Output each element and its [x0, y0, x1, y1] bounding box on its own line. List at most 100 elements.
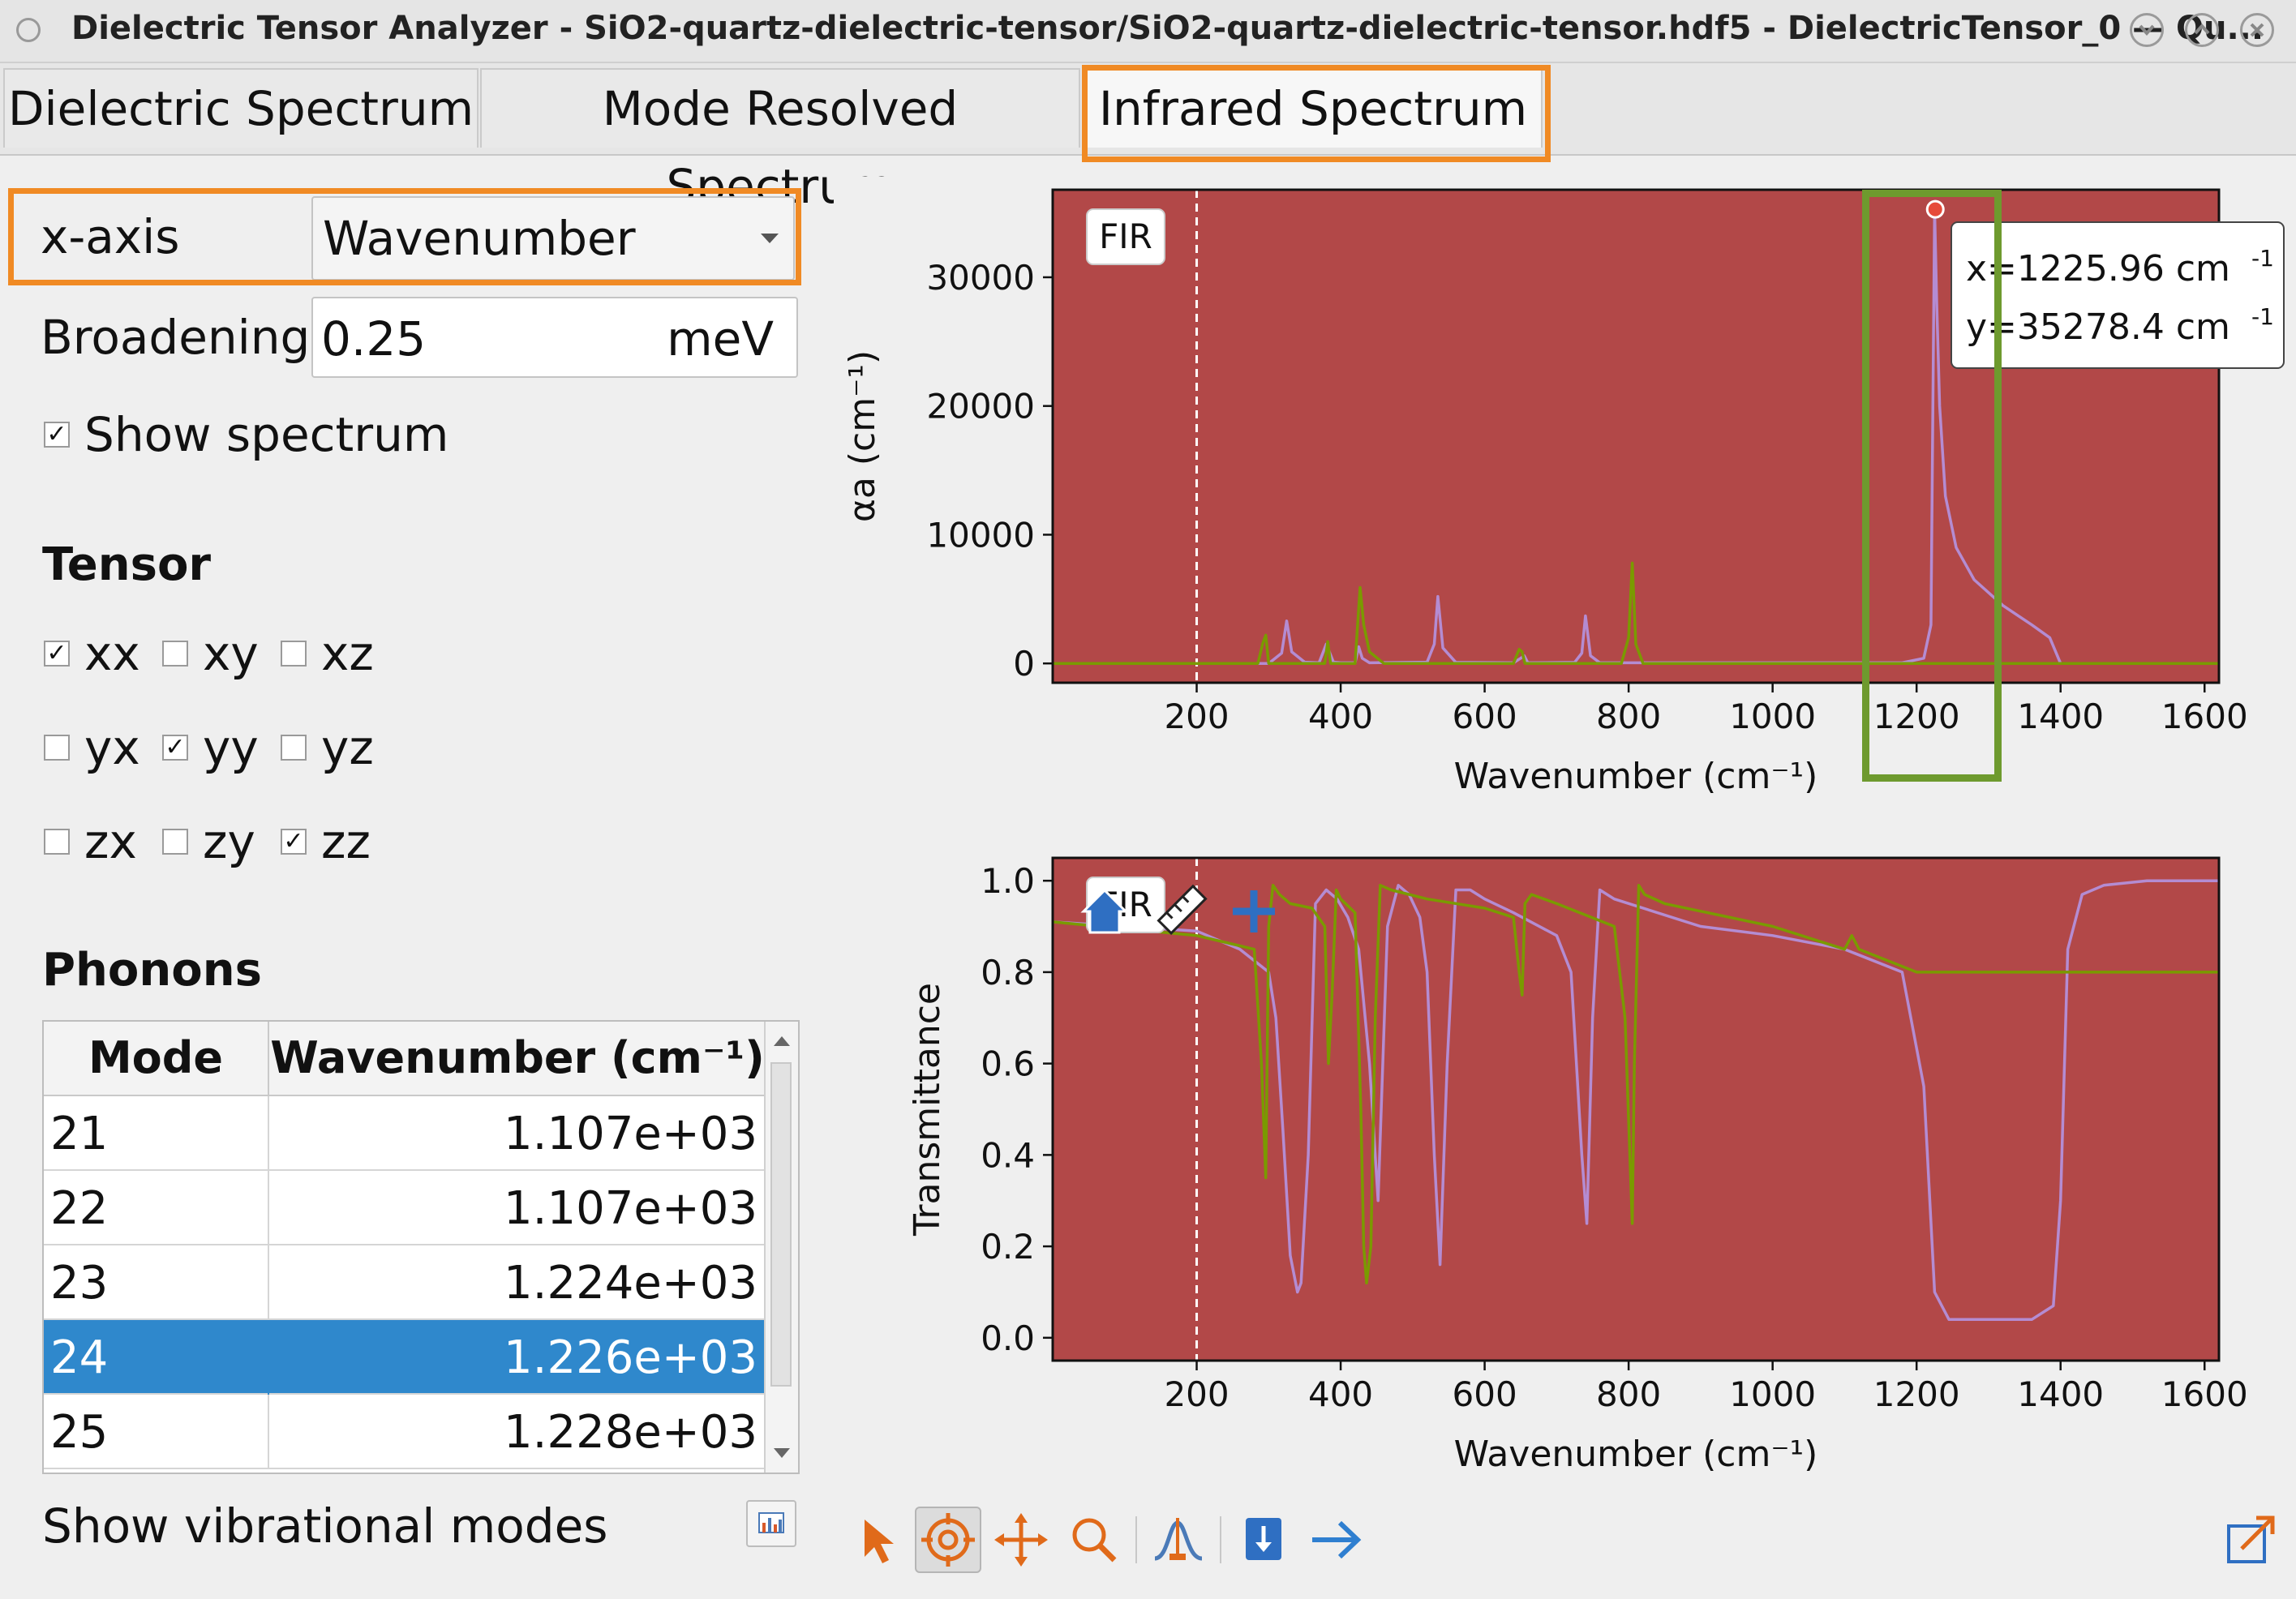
- cell-mode: 25: [50, 1406, 109, 1459]
- show-vibrational-modes-button[interactable]: [746, 1500, 796, 1547]
- checkbox-zy[interactable]: [162, 829, 188, 855]
- scroll-up-icon[interactable]: [774, 1036, 790, 1046]
- x-tick-label: 1600: [2161, 1374, 2248, 1414]
- cell-wavenumber: 1.107e+03: [504, 1182, 757, 1235]
- x-tick-label: 1200: [1873, 1374, 1960, 1414]
- plot-toolbar: [834, 1502, 2296, 1588]
- pan-tool-button[interactable]: [988, 1507, 1054, 1573]
- y-tick-label: 10000: [926, 515, 1035, 555]
- table-row-selected[interactable]: 24 1.226e+03: [44, 1320, 766, 1395]
- x-tick-label: 1600: [2161, 697, 2248, 736]
- table-row[interactable]: 21 1.107e+03: [44, 1096, 766, 1171]
- plot-canvas[interactable]: 200 400 600 800 1000 1200 1400 1600 0 10000 20000 3…: [834, 177, 2296, 1492]
- crosshair-icon: [921, 1513, 975, 1567]
- zoom-tool-button[interactable]: [1061, 1507, 1127, 1573]
- label-xy: xy: [203, 626, 259, 681]
- peak-tool-button[interactable]: [1145, 1507, 1212, 1573]
- scroll-thumb[interactable]: [770, 1062, 792, 1387]
- title-bar: Dielectric Tensor Analyzer - SiO2-quartz…: [0, 0, 2296, 63]
- zoom-icon: [1072, 1518, 1117, 1563]
- x-tick-label: 1000: [1729, 697, 1816, 736]
- checkbox-xz[interactable]: [281, 641, 307, 667]
- checkbox-yx[interactable]: [44, 735, 70, 761]
- highlight-box-xaxis: [8, 188, 801, 285]
- expand-icon: [2227, 1515, 2275, 1563]
- y-tick-label: 30000: [926, 258, 1035, 298]
- x-tick-label: 400: [1308, 1374, 1373, 1414]
- column-header-mode[interactable]: Mode: [44, 1022, 269, 1095]
- select-tool-button[interactable]: [843, 1507, 910, 1573]
- window-menu-icon[interactable]: [16, 18, 41, 42]
- phonon-table[interactable]: Mode Wavenumber (cm⁻¹) 21 1.107e+03 22 1…: [42, 1020, 800, 1474]
- checkbox-yz[interactable]: [281, 735, 307, 761]
- x-tick-label: 1400: [2017, 1374, 2104, 1414]
- checkbox-xx[interactable]: ✓: [44, 641, 70, 667]
- plot-area: [1053, 858, 2219, 1361]
- label-xz: xz: [321, 626, 374, 681]
- cell-mode: 21: [50, 1108, 109, 1160]
- table-header: Mode Wavenumber (cm⁻¹): [44, 1022, 766, 1096]
- checkbox-zz[interactable]: ✓: [281, 829, 307, 855]
- tab-dielectric-spectrum[interactable]: Dielectric Spectrum: [3, 68, 479, 148]
- maximize-button[interactable]: [2185, 13, 2219, 47]
- export-button[interactable]: [1231, 1507, 1298, 1573]
- show-spectrum-checkbox[interactable]: ✓: [44, 422, 70, 448]
- highlight-box-tab: [1082, 65, 1551, 162]
- y-axis-label: αa (cm⁻¹): [842, 350, 883, 522]
- x-tick-label: 200: [1164, 1374, 1229, 1414]
- x-axis-label: Wavenumber (cm⁻¹): [1454, 1434, 1818, 1475]
- y-tick-label: 0.4: [981, 1135, 1035, 1175]
- scroll-down-icon[interactable]: [774, 1448, 790, 1458]
- y-tick-label: 0.0: [981, 1318, 1035, 1358]
- download-icon: [1246, 1518, 1281, 1560]
- highlight-box-peak: [1862, 190, 2002, 782]
- y-axis-label: Transmittance: [907, 983, 948, 1237]
- y-tick-label: 0: [1013, 644, 1035, 684]
- x-tick-label: 600: [1453, 697, 1517, 736]
- cell-mode: 22: [50, 1182, 109, 1235]
- chevron-up-icon: [2194, 23, 2210, 35]
- close-button[interactable]: [2240, 13, 2274, 47]
- chart-1: 200 400 600 800 1000 1200 1400 1600010000200003…: [842, 188, 2285, 797]
- x-tick-label: 800: [1596, 1374, 1661, 1414]
- cell-wavenumber: 1.228e+03: [504, 1406, 757, 1459]
- expand-button[interactable]: [2217, 1507, 2284, 1573]
- broadening-unit: meV: [667, 311, 774, 367]
- close-icon: [2250, 23, 2264, 37]
- x-tick-label: 600: [1453, 1374, 1517, 1414]
- x-tick-label: 1400: [2017, 697, 2104, 736]
- y-tick-label: 0.6: [981, 1044, 1035, 1084]
- arrow-right-icon: [1312, 1520, 1362, 1559]
- label-yz: yz: [321, 720, 374, 775]
- table-row[interactable]: 23 1.224e+03: [44, 1245, 766, 1320]
- forward-button[interactable]: [1302, 1507, 1369, 1573]
- label-yy: yy: [203, 720, 259, 775]
- label-zy: zy: [203, 814, 255, 869]
- broadening-spinbox[interactable]: 0.25 meV: [311, 297, 798, 378]
- phonons-heading: Phonons: [42, 944, 262, 997]
- x-axis-label: Wavenumber (cm⁻¹): [1454, 756, 1818, 797]
- checkbox-zx[interactable]: [44, 829, 70, 855]
- column-header-wavenumber[interactable]: Wavenumber (cm⁻¹): [269, 1022, 766, 1095]
- y-tick-label: 0.8: [981, 953, 1035, 992]
- cell-mode: 23: [50, 1257, 109, 1310]
- label-xx: xx: [84, 626, 140, 681]
- table-row[interactable]: 25 1.228e+03: [44, 1395, 766, 1469]
- minimize-button[interactable]: [2130, 13, 2164, 47]
- crosshair-tool-button[interactable]: [915, 1507, 981, 1573]
- x-tick-label: 400: [1308, 697, 1373, 736]
- tooltip-x-exponent: -1: [2251, 245, 2274, 272]
- label-zx: zx: [84, 814, 137, 869]
- checkbox-xy[interactable]: [162, 641, 188, 667]
- table-scrollbar[interactable]: [764, 1022, 798, 1473]
- peak-icon: [1154, 1518, 1203, 1561]
- tab-mode-resolved-spectrum[interactable]: Mode Resolved Spectrum: [480, 68, 1080, 214]
- table-row[interactable]: 22 1.107e+03: [44, 1171, 766, 1245]
- checkbox-yy[interactable]: ✓: [162, 735, 188, 761]
- y-tick-label: 20000: [926, 387, 1035, 427]
- pan-icon: [994, 1513, 1048, 1567]
- broadening-label: Broadening: [41, 310, 311, 365]
- plot-svg[interactable]: 200 400 600 800 1000 1200 1400 1600 0 10000 20000 3…: [834, 177, 2296, 1492]
- pointer-icon: [865, 1520, 894, 1563]
- window-title: Dielectric Tensor Analyzer - SiO2-quartz…: [71, 10, 2264, 47]
